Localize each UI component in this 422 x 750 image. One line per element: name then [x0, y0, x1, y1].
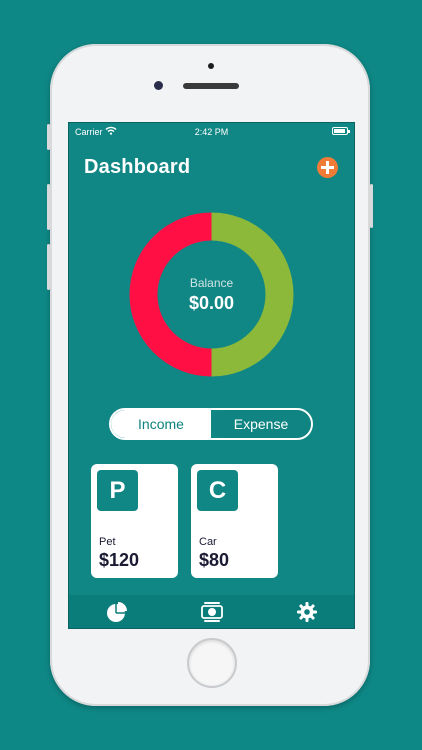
category-letter-badge: P — [97, 470, 138, 511]
add-button[interactable] — [317, 157, 338, 178]
category-amount: $80 — [199, 550, 230, 570]
income-expense-toggle: Income Expense — [109, 408, 313, 440]
home-button[interactable] — [187, 638, 237, 688]
side-button — [370, 184, 373, 228]
category-card-pet[interactable]: P Pet $120 — [91, 464, 178, 578]
side-button — [47, 184, 50, 230]
front-camera — [154, 81, 163, 90]
tab-transactions[interactable] — [192, 597, 232, 627]
page-title: Dashboard — [84, 156, 191, 178]
tab-dashboard[interactable] — [97, 597, 137, 627]
category-card-car[interactable]: C Car $80 — [191, 464, 278, 578]
balance-label: Balance — [189, 276, 234, 290]
status-time: 2:42 PM — [194, 127, 229, 137]
income-tab[interactable]: Income — [111, 410, 211, 438]
money-icon — [200, 601, 223, 622]
tab-bar — [69, 595, 354, 628]
category-name: Car — [199, 536, 217, 548]
status-bar: Carrier 2:42 PM — [69, 123, 354, 141]
category-amount: $120 — [99, 550, 140, 570]
speaker-grille — [183, 83, 239, 89]
front-sensor — [208, 63, 214, 69]
pie-chart-icon — [106, 601, 127, 622]
app-screen: Carrier 2:42 PM Dashboard Balance $0.00 … — [68, 122, 355, 629]
category-name: Pet — [99, 536, 116, 548]
battery-icon — [332, 127, 350, 135]
expense-tab[interactable]: Expense — [211, 410, 311, 438]
balance-value: $0.00 — [188, 293, 235, 313]
side-button — [47, 124, 50, 150]
category-letter-badge: C — [197, 470, 238, 511]
tab-settings[interactable] — [287, 597, 327, 627]
plus-icon — [321, 161, 334, 174]
side-button — [47, 244, 50, 290]
gear-icon — [296, 601, 317, 622]
